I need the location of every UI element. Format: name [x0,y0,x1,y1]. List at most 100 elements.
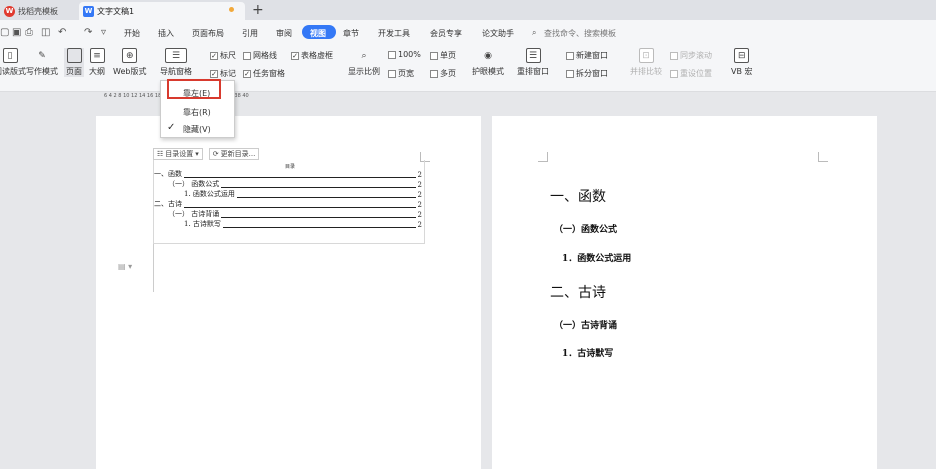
toc-entry-page: 2 [417,171,422,179]
tab-label: 文字文稿1 [97,6,135,16]
zoom-icon: ⌕ [361,50,367,61]
menu-member[interactable]: 会员专享 [430,28,462,39]
table-lines-checkbox[interactable]: ✓ 表格虚框 [291,50,333,61]
toc-entry[interactable]: （一） 函数公式 2 [154,180,422,189]
heading-3[interactable]: 1．函数公式运用 [562,251,631,264]
tab-docer-templates[interactable]: W 找稻壳模板 [0,2,76,20]
new-window-label: 新建窗口 [576,51,608,60]
reset-position-button[interactable]: 重设位置 [670,68,712,79]
menu-developer[interactable]: 开发工具 [378,28,410,39]
heading-2[interactable]: （一）古诗背诵 [554,318,617,331]
nav-pane-button[interactable]: ☰ 导航窗格 [160,48,192,77]
toc-entry[interactable]: 二、古诗 2 [154,200,422,209]
menu-item-label: 靠右(R) [183,107,211,117]
undo-icon[interactable]: ↶ [58,27,66,38]
gridlines-checkbox[interactable]: 网格线 [243,50,277,61]
menu-chapter[interactable]: 章节 [343,28,359,39]
search-icon[interactable]: ⌕ [532,28,536,38]
menu-item-dock-right[interactable]: 靠右(R) [161,105,234,119]
vb-macro-button[interactable]: ⊟ VB 宏 [731,48,753,77]
zoom-button[interactable]: ⌕ 显示比例 [348,48,380,77]
toc-entry-text: 1. 古诗默写 [184,220,221,228]
read-mode-button[interactable]: ▯ 阅读版式 [0,48,26,77]
task-pane-checkbox[interactable]: ✓ 任务窗格 [243,68,285,79]
nav-pane-icon: ☰ [165,48,187,63]
toc-entry[interactable]: 一、函数 2 [154,170,422,179]
save-icon[interactable]: ▣ [12,27,21,38]
multi-page-button[interactable]: 多页 [430,68,456,79]
page-icon [66,48,82,63]
single-page-button[interactable]: 单页 [430,50,456,61]
heading-1[interactable]: 二、古诗 [550,282,606,302]
toc-leader [222,227,416,228]
ruler-label: 标尺 [220,51,236,60]
menu-insert[interactable]: 插入 [158,28,174,39]
heading-1[interactable]: 一、函数 [550,186,606,206]
zoom-100-button[interactable]: 100% [388,50,421,59]
highlight-box [167,79,221,99]
menu-review[interactable]: 审阅 [276,28,292,39]
document-page-2[interactable]: 一、函数 （一）函数公式 1．函数公式运用 二、古诗 （一）古诗背诵 1．古诗默… [492,116,877,469]
side-compare-button[interactable]: ⊡ 并排比较 [630,48,662,77]
command-search-input[interactable]: 查找命令、搜索模板 [544,28,616,39]
heading-3[interactable]: 1．古诗默写 [562,346,613,359]
page-view-button[interactable]: 页面 [64,48,84,77]
quick-access-dropdown-icon[interactable]: ▿ [101,27,106,38]
toc-settings-button[interactable]: ☷ 目录设置 ▾ [153,148,203,160]
toc-update-label: 更新目录... [220,150,256,158]
toc-entry-text: （一） 古诗背诵 [168,210,220,218]
menu-references[interactable]: 引用 [242,28,258,39]
open-icon[interactable]: ▢ [0,27,9,38]
sync-scroll-icon [670,51,678,60]
multi-page-icon [430,69,438,78]
write-mode-button[interactable]: ✎ 写作模式 [26,48,58,77]
write-mode-label: 写作模式 [26,67,58,76]
menu-thesis[interactable]: 论文助手 [482,28,514,39]
toc-entry-page: 2 [417,181,422,189]
toc-entry[interactable]: 1. 函数公式运用 2 [154,190,422,199]
page-width-icon [388,69,396,78]
table-of-contents[interactable]: 目录 一、函数 2 （一） 函数公式 2 1. 函数公式运用 2 二、古诗 2 （一） … [153,160,425,244]
rearrange-window-button[interactable]: ☰ 重排窗口 [517,48,549,77]
new-window-icon [566,51,574,60]
new-window-button[interactable]: 新建窗口 [566,50,608,61]
outline-label: 大纲 [89,67,105,76]
reset-position-label: 重设位置 [680,69,712,78]
vb-macro-icon: ⊟ [734,48,750,63]
toc-update-button[interactable]: ⟳ 更新目录... [208,148,260,160]
new-tab-plus-icon[interactable]: + [252,2,264,18]
print-icon[interactable]: ⎙ [25,27,33,38]
compare-icon: ⊡ [638,48,654,63]
eye-mode-label: 护眼模式 [472,67,504,76]
print-preview-icon[interactable]: ◫ [41,27,50,38]
toc-entry[interactable]: （一） 古诗背诵 2 [154,210,422,219]
sync-scroll-button[interactable]: 同步滚动 [670,50,712,61]
split-window-button[interactable]: 拆分窗口 [566,68,608,79]
toc-entry-text: 二、古诗 [154,200,182,208]
ruler-checkbox[interactable]: ✓ 标尺 [210,50,236,61]
toc-leader [221,187,416,188]
paragraph-layout-icon[interactable]: ▤ ▾ [118,262,132,271]
horizontal-ruler[interactable]: 6 4 2 8 10 12 14 16 18 20 22 24 26 28 30… [0,92,936,102]
menu-page-layout[interactable]: 页面布局 [192,28,224,39]
redo-icon[interactable]: ↷ [84,27,92,38]
web-layout-button[interactable]: ⊕ Web版式 [113,48,146,77]
page-width-button[interactable]: 页宽 [388,68,414,79]
eye-mode-button[interactable]: ◉ 护眼模式 [472,48,504,77]
globe-icon: ⊕ [122,48,138,63]
nav-pane-label: 导航窗格 [160,67,192,76]
checkbox-checked-icon: ✓ [243,69,251,78]
menu-view[interactable]: 视图 [310,28,326,39]
split-window-label: 拆分窗口 [576,69,608,78]
tab-document[interactable]: W 文字文稿1 [79,2,245,20]
toc-entry[interactable]: 1. 古诗默写 2 [154,220,422,229]
menu-bar: ▢ ▣ ⎙ ◫ ↶ ↷ ▿ 开始 插入 页面布局 引用 审阅 视图 章节 开发工… [0,20,936,45]
chevron-down-icon: ▾ [195,150,199,158]
heading-2[interactable]: （一）函数公式 [554,222,617,235]
menu-item-hide[interactable]: ✓ 隐藏(V) [161,122,234,136]
single-page-label: 单页 [440,51,456,60]
markup-checkbox[interactable]: ✓ 标记 [210,68,236,79]
menu-home[interactable]: 开始 [124,28,140,39]
outline-button[interactable]: ≡ 大纲 [89,48,105,77]
menu-item-label: 隐藏(V) [183,124,211,134]
